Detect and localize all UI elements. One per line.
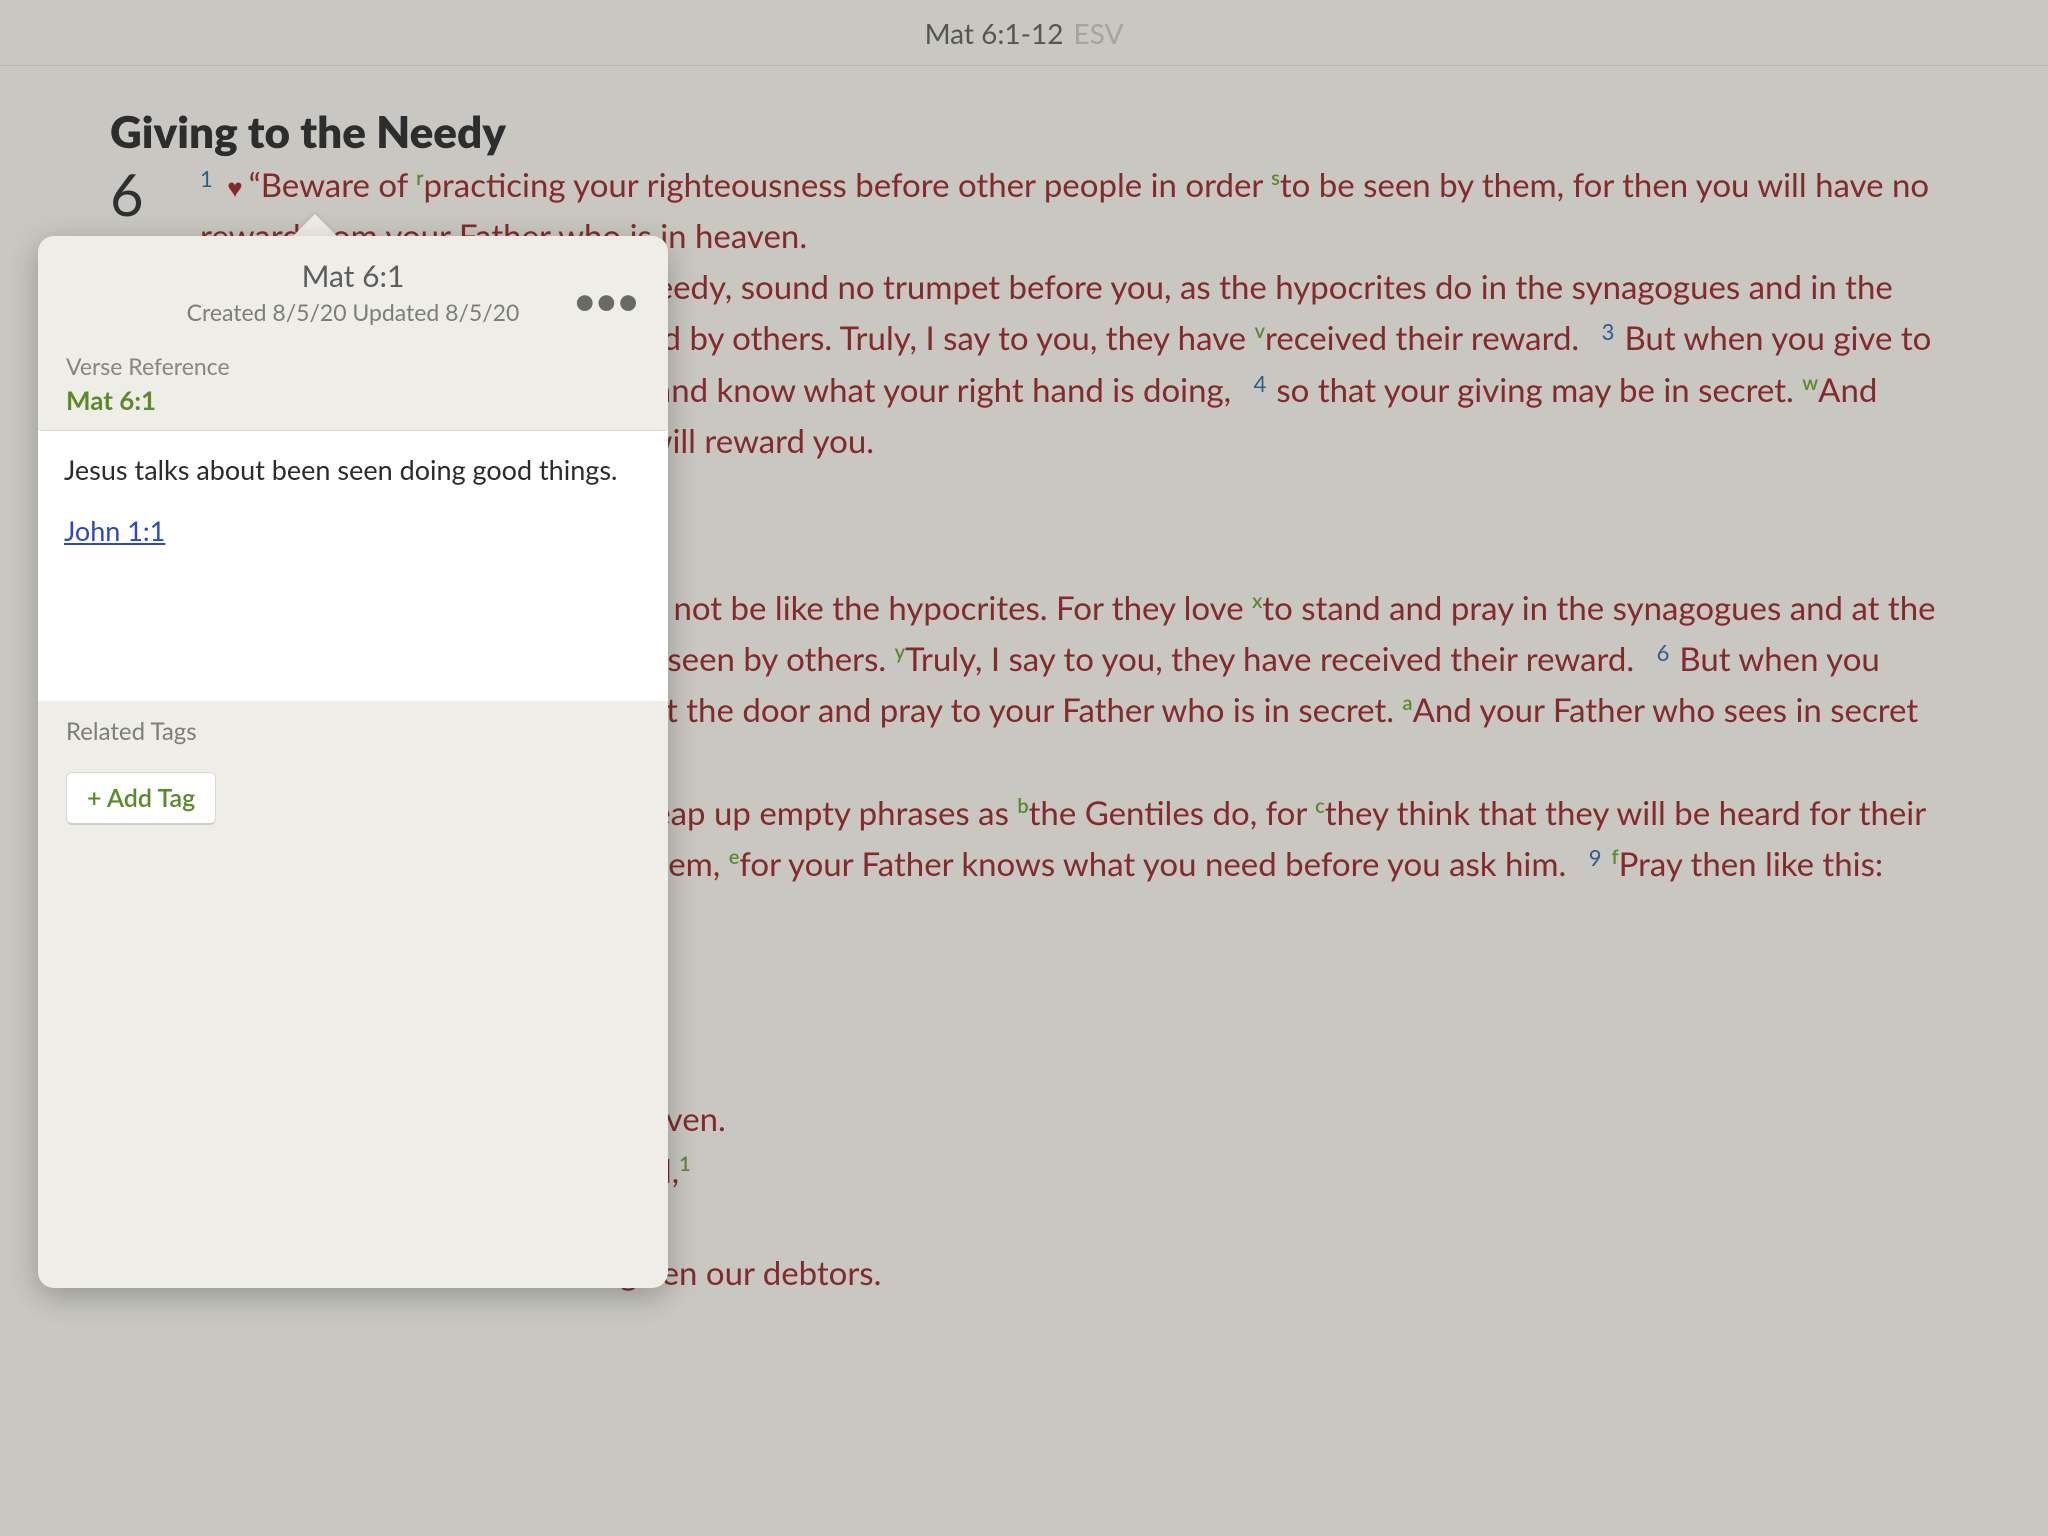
- verse-number[interactable]: 3: [1602, 318, 1615, 345]
- note-link[interactable]: John 1:1: [64, 514, 165, 547]
- tags-section: Related Tags + Add Tag: [38, 701, 668, 841]
- verse-text: for your Father knows what you need be­f…: [739, 844, 1566, 884]
- footnote-marker[interactable]: b: [1017, 794, 1028, 818]
- popup-caret-icon: [293, 214, 337, 236]
- verse-number[interactable]: 4: [1254, 370, 1267, 397]
- footnote-marker[interactable]: r: [416, 166, 423, 190]
- verse-text: so that your giving may be in secret.: [1276, 370, 1802, 410]
- verse-text: received their reward.: [1265, 318, 1579, 358]
- footnote-marker[interactable]: s: [1271, 166, 1280, 190]
- verse-text: “Beware of: [249, 165, 417, 205]
- verse-text: practicing your righteousness before oth…: [424, 165, 1272, 205]
- footnote-marker[interactable]: c: [1315, 794, 1325, 818]
- popup-subtitle: Created 8/5/20 Updated 8/5/20: [68, 298, 638, 326]
- verse-number[interactable]: 1: [200, 165, 213, 192]
- popup-header: Mat 6:1 Created 8/5/20 Updated 8/5/20 ••…: [38, 236, 668, 342]
- verse-reference-link[interactable]: Mat 6:1: [38, 384, 668, 430]
- verse-text: the Gentiles do, for: [1029, 793, 1316, 833]
- section-heading: Giving to the Needy: [110, 106, 1948, 158]
- heart-icon[interactable]: ♥: [227, 171, 242, 203]
- verse-number[interactable]: 9: [1589, 844, 1602, 871]
- translation-version: ESV: [1073, 16, 1123, 50]
- footnote-marker[interactable]: 1: [679, 1152, 691, 1176]
- more-options-icon[interactable]: •••: [575, 280, 640, 321]
- footnote-marker[interactable]: x: [1252, 589, 1262, 613]
- related-tags-label: Related Tags: [66, 717, 640, 746]
- footnote-marker[interactable]: v: [1255, 319, 1265, 343]
- verse-text: Truly, I say to you, they have received …: [905, 639, 1634, 679]
- passage-reference: Mat 6:1-12: [925, 16, 1064, 50]
- verse-reference-label: Verse Reference: [38, 342, 668, 384]
- footnote-marker[interactable]: w: [1802, 371, 1818, 395]
- note-body[interactable]: Jesus talks about been seen doing good t…: [38, 431, 668, 701]
- note-text: Jesus talks about been seen doing good t…: [64, 453, 642, 486]
- add-tag-button[interactable]: + Add Tag: [66, 772, 216, 825]
- footnote-marker[interactable]: a: [1403, 691, 1413, 715]
- verse-text: Pray then like this:: [1619, 844, 1884, 884]
- popup-title: Mat 6:1: [68, 258, 638, 294]
- verse-number[interactable]: 6: [1657, 639, 1670, 666]
- footnote-marker[interactable]: f: [1612, 845, 1619, 869]
- note-popup: Mat 6:1 Created 8/5/20 Updated 8/5/20 ••…: [38, 236, 668, 1288]
- footnote-marker[interactable]: e: [729, 845, 740, 869]
- footnote-marker[interactable]: y: [895, 640, 905, 664]
- header-bar: Mat 6:1-12 ESV: [0, 0, 2048, 66]
